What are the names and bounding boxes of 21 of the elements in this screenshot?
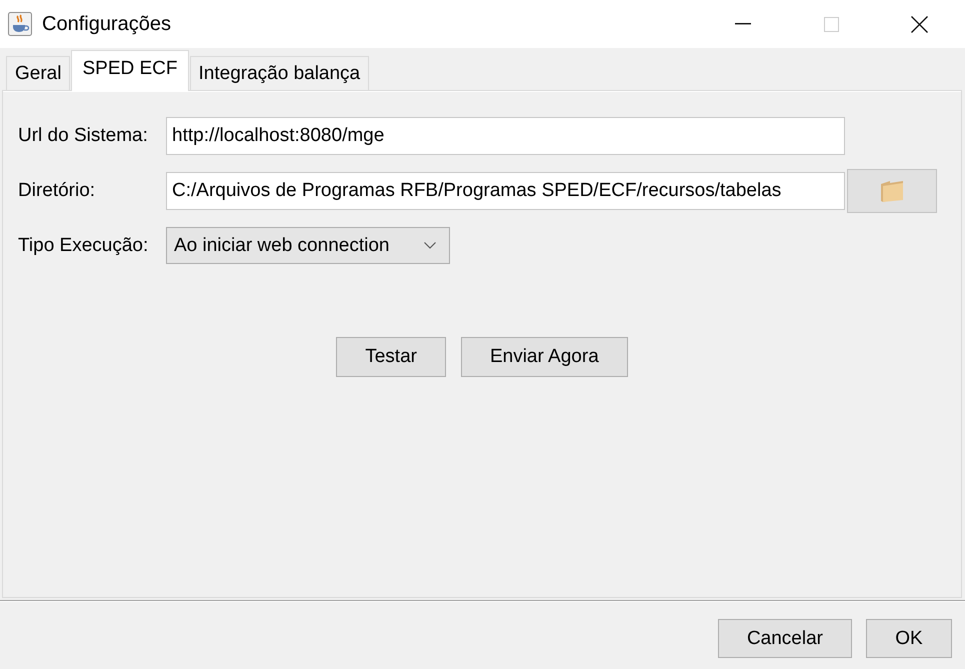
send-button[interactable]: Enviar Agora <box>460 337 628 377</box>
minimize-icon <box>735 23 751 25</box>
field-label: Url do Sistema: <box>18 125 149 147</box>
maximize-icon <box>824 16 838 32</box>
ok-button[interactable]: OK <box>866 619 952 658</box>
dropdown[interactable]: Ao iniciar web connection <box>166 227 450 264</box>
chevron-down-icon <box>424 242 436 249</box>
cancel-button[interactable]: Cancelar <box>718 619 852 658</box>
test-button[interactable]: Testar <box>336 337 446 377</box>
text-field[interactable]: http://localhost:8080/mge <box>166 117 845 155</box>
field-label: Tipo Execução: <box>18 234 150 256</box>
tab[interactable]: Geral <box>6 56 70 91</box>
tab[interactable]: Integração balança <box>190 56 370 91</box>
window-title: Configurações <box>42 12 172 36</box>
field-label: Diretório: <box>18 180 96 202</box>
browse-button[interactable] <box>847 169 937 213</box>
folder-icon <box>879 179 905 203</box>
close-icon <box>910 16 928 32</box>
path-field[interactable]: C:/Arquivos de Programas RFB/Programas SPED/ECF/recursos/tabelas <box>166 172 845 210</box>
tab[interactable]: SPED ECF <box>71 50 188 91</box>
cup-icon <box>8 12 32 36</box>
